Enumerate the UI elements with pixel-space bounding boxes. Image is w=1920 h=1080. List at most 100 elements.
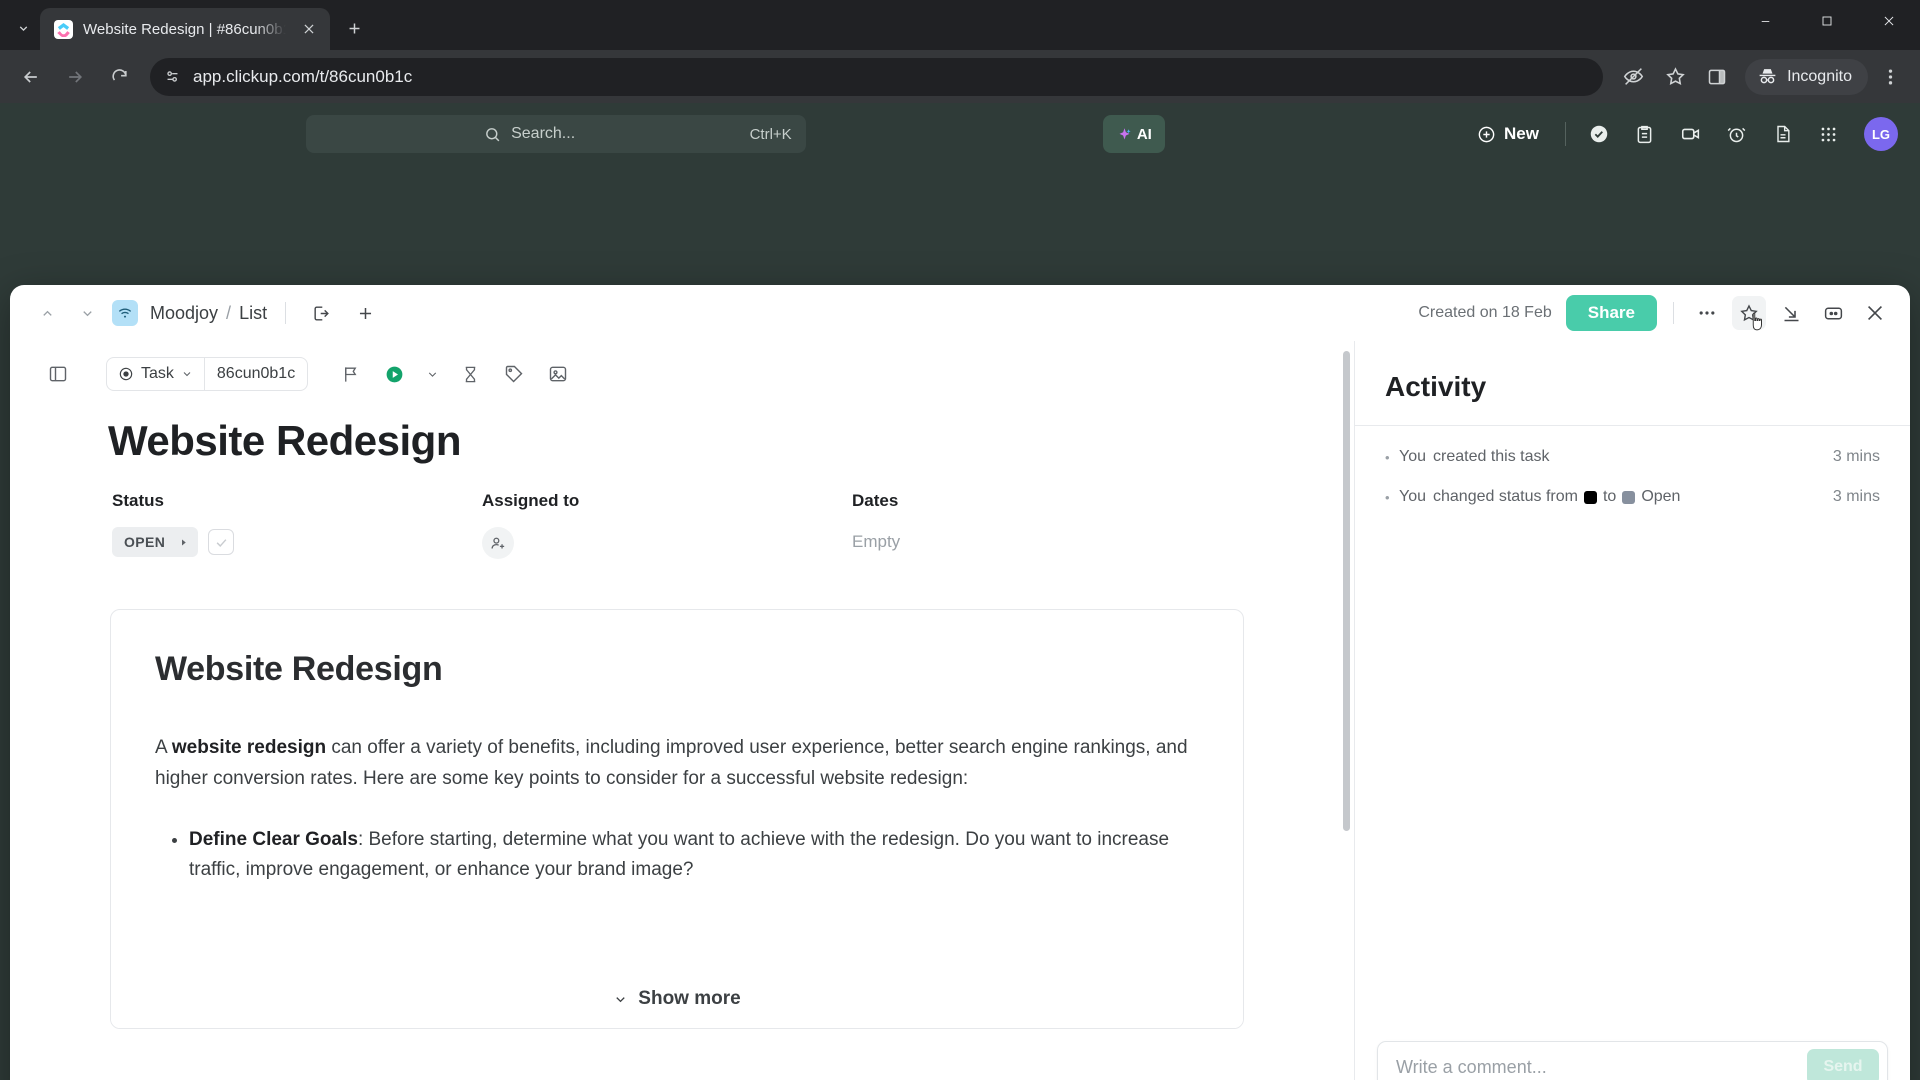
status-change-middle: to [1602,488,1617,505]
incognito-badge[interactable]: Incognito [1745,58,1868,95]
task-description-card[interactable]: Website Redesign A website redesign can … [110,609,1244,1029]
user-avatar[interactable]: LG [1863,117,1898,151]
task-id-chip[interactable]: 86cun0b1c [205,365,307,383]
comment-input-box[interactable]: Write a comment... Send [1377,1041,1888,1080]
status-chip[interactable]: OPEN [112,527,199,557]
activity-entry: • You created this task 3 mins [1385,448,1880,466]
previous-task-chevron-icon[interactable] [32,298,62,328]
description-bullets: Define Clear Goals: Before starting, det… [155,825,1199,887]
activity-text: changed status from to Open [1433,488,1680,506]
close-icon[interactable] [298,18,320,40]
comment-composer: Write a comment... Send [1355,1027,1910,1080]
forward-icon [54,56,96,98]
task-title[interactable]: Website Redesign [40,395,1324,473]
maximize-button[interactable] [1796,0,1858,42]
incognito-label: Incognito [1787,67,1852,85]
open-in-new-icon[interactable] [304,296,338,330]
field-label: Dates [852,491,899,510]
apps-grid-icon[interactable] [1808,115,1850,153]
send-comment-button[interactable]: Send [1807,1049,1879,1080]
mark-complete-checkbox[interactable] [208,529,235,555]
dates-value[interactable]: Empty [852,527,1222,552]
field-status: Status OPEN [112,491,482,559]
next-task-chevron-icon[interactable] [72,298,102,328]
cover-image-icon[interactable] [540,357,576,391]
search-shortcut: Ctrl+K [749,125,792,143]
chevron-down-icon [613,992,628,1007]
field-assigned-to: Assigned to [482,491,852,559]
task-type-group: Task 86cun0b1c [106,357,309,391]
address-bar[interactable]: app.clickup.com/t/86cun0b1c [150,57,1604,96]
reload-icon[interactable] [98,56,140,98]
add-assignee-icon[interactable] [482,527,514,559]
search-bar[interactable]: Search... Ctrl+K [305,115,806,153]
back-icon[interactable] [10,56,52,98]
tab-search-chevron-icon[interactable] [6,8,40,48]
status-change-before: changed status from [1433,488,1578,505]
bullet-icon: • [1385,449,1390,465]
window-controls [1734,0,1920,42]
alarm-clock-icon[interactable] [1716,115,1758,153]
browser-tab[interactable]: Website Redesign | #86cun0b1c [40,8,330,50]
space-wifi-icon [112,300,138,326]
status-square-from [1583,490,1597,504]
activity-time: 3 mins [1832,448,1880,465]
video-camera-icon[interactable] [1670,115,1712,153]
ai-button[interactable]: AI [1103,115,1166,153]
scrollbar-thumb[interactable] [1343,351,1350,831]
task-modal: Moodjoy / List Created on 18 Feb Share T… [10,285,1910,1080]
breadcrumb: Moodjoy / List [112,300,267,326]
bookmark-star-icon[interactable] [1655,57,1695,97]
eye-slash-icon[interactable] [1613,57,1653,97]
add-subtask-icon[interactable] [348,296,382,330]
expand-width-icon[interactable] [1816,296,1850,330]
breadcrumb-list[interactable]: List [239,303,267,324]
side-panel-icon[interactable] [1697,57,1737,97]
document-icon[interactable] [1762,115,1804,153]
activity-text: created this task [1433,448,1550,465]
close-modal-icon[interactable] [1858,296,1892,330]
share-button[interactable]: Share [1565,295,1657,331]
close-window-button[interactable] [1858,0,1920,42]
divider [285,302,287,324]
bullet-icon: • [1385,489,1390,505]
plus-circle-icon [1477,125,1496,144]
status-square-to [1622,490,1636,504]
task-type-chip[interactable]: Task [107,358,205,390]
activity-actor: You [1399,488,1426,505]
status-arrow-icon [179,538,188,547]
show-more-button[interactable]: Show more [111,970,1243,1028]
description-heading: Website Redesign [155,650,443,688]
check-circle-icon[interactable] [1578,115,1620,153]
favorite-star-icon[interactable] [1732,296,1766,331]
toggle-sidebar-icon[interactable] [40,357,76,391]
tag-icon[interactable] [496,357,532,391]
breadcrumb-separator: / [226,302,232,323]
priority-flag-icon[interactable] [332,357,368,391]
status-change-after: Open [1641,488,1681,505]
description-content: Website Redesign A website redesign can … [111,610,1243,886]
activity-scrollbar[interactable] [1898,434,1904,957]
breadcrumb-space[interactable]: Moodjoy [150,303,218,324]
minimize-button[interactable] [1734,0,1796,42]
chevron-down-icon [181,368,193,380]
browser-menu-icon[interactable] [1870,57,1910,97]
more-options-icon[interactable] [1690,296,1724,330]
clickup-header: Search... Ctrl+K AI New LG [0,103,1920,165]
timer-chevron-down-icon[interactable] [420,357,444,391]
time-estimate-hourglass-icon[interactable] [452,357,488,391]
new-tab-button[interactable] [334,8,374,48]
new-button[interactable]: New [1463,115,1553,153]
clipboard-icon[interactable] [1624,115,1666,153]
task-pane-scrollbar[interactable] [1343,351,1350,1080]
search-icon [484,126,501,143]
page-info-icon[interactable] [164,68,181,85]
clickup-favicon [54,19,73,39]
clickup-header-actions: New LG [1463,115,1898,153]
browser-tabstrip: Website Redesign | #86cun0b1c [0,0,1920,50]
activity-actor: You [1399,448,1426,465]
collapse-arrow-icon[interactable] [1774,296,1808,330]
start-timer-icon[interactable] [376,357,412,391]
incognito-icon [1757,66,1778,87]
task-modal-actions: Created on 18 Feb Share [1418,295,1892,331]
